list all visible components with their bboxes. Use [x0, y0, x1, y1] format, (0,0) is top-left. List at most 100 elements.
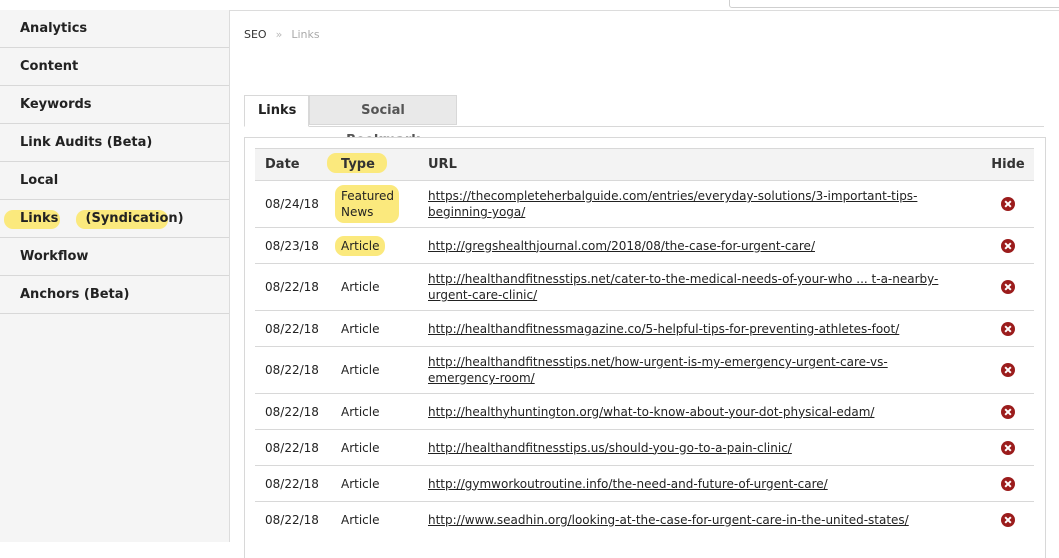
close-circle-icon[interactable]	[1001, 363, 1015, 378]
type-label: Article	[341, 512, 380, 527]
table-row: 08/24/18 Featured News https://thecompleteh…	[255, 180, 1034, 228]
sidebar-item-label: Anchors (Beta)	[20, 287, 130, 302]
tab-social-bookmark[interactable]: Social Bookmark	[309, 95, 457, 148]
sidebar-item-label: Link Audits (Beta)	[20, 135, 153, 150]
cell-url: https://thecompleteherbalguide.com/entri…	[428, 180, 982, 228]
table-row: 08/22/18 Article http://healthandfitnessti…	[255, 429, 1034, 466]
cell-type: Article	[341, 465, 428, 502]
column-header-type[interactable]: Type	[327, 148, 428, 181]
cell-date: 08/23/18	[255, 227, 341, 264]
cell-type: Article	[341, 429, 428, 466]
sidebar: Analytics Content Keywords Link Audits (…	[0, 10, 230, 542]
close-circle-icon[interactable]	[1001, 197, 1015, 212]
breadcrumb-separator-icon: »	[275, 28, 283, 41]
sidebar-item-analytics[interactable]: Analytics	[0, 10, 229, 48]
cell-type: Featured News	[335, 180, 428, 228]
close-circle-icon[interactable]	[1001, 280, 1015, 295]
sidebar-item-workflow[interactable]: Workflow	[0, 238, 229, 276]
url-link[interactable]: http://healthyhuntington.org/what-to-kno…	[428, 404, 874, 420]
url-text: http://gregshealthjournal.com/2018/08/th…	[428, 238, 815, 253]
url-text: urgent-care-clinic/	[428, 288, 538, 302]
type-label: Article	[341, 321, 380, 336]
url-link[interactable]: http://healthandfitnesstips.us/should-yo…	[428, 440, 792, 456]
url-text: emergency-room/	[428, 371, 535, 385]
type-label: Featured	[341, 189, 394, 203]
breadcrumb-current: Links	[291, 28, 320, 41]
url-link[interactable]: https://thecompleteherbalguide.com/entri…	[428, 188, 917, 220]
cell-hide	[982, 346, 1034, 394]
column-header-url[interactable]: URL	[428, 148, 982, 181]
type-label: Article	[341, 404, 380, 419]
cell-type: Article	[341, 501, 428, 538]
top-search-input[interactable]	[729, 0, 1059, 8]
sidebar-item-anchors[interactable]: Anchors (Beta)	[0, 276, 229, 314]
cell-hide	[982, 180, 1034, 228]
url-text: http://healthandfitnesstips.us/should-yo…	[428, 440, 792, 455]
sidebar-item-links[interactable]: Links (Syndication)	[0, 200, 229, 238]
sidebar-item-label: Local	[20, 173, 59, 188]
close-circle-icon[interactable]	[1001, 404, 1015, 419]
type-label: Article	[341, 476, 380, 491]
links-panel: Date Type URL Hide 08/24/18 Featured News h…	[244, 137, 1046, 558]
sidebar-item-link-audits[interactable]: Link Audits (Beta)	[0, 124, 229, 162]
cell-hide	[982, 393, 1034, 430]
close-circle-icon[interactable]	[1001, 238, 1015, 253]
sidebar-item-label: Keywords	[20, 97, 92, 112]
tab-links[interactable]: Links	[244, 95, 309, 127]
url-link[interactable]: http://gregshealthjournal.com/2018/08/th…	[428, 238, 815, 254]
cell-hide	[982, 429, 1034, 466]
cell-url: http://healthyhuntington.org/what-to-kno…	[428, 393, 982, 430]
sidebar-item-label: Links (Syndication)	[20, 211, 184, 226]
breadcrumb-root[interactable]: SEO	[244, 28, 267, 41]
cell-date: 08/22/18	[255, 346, 341, 394]
breadcrumb: SEO » Links	[244, 28, 320, 41]
table-header-row: Date Type URL Hide	[255, 148, 1034, 181]
table-row: 08/23/18 Article http://gregshealthjournal…	[255, 227, 1034, 264]
close-circle-icon[interactable]	[1001, 440, 1015, 455]
sidebar-item-label: Analytics	[20, 21, 88, 36]
url-text: http://healthandfitnesstips.net/cater-to…	[428, 272, 939, 286]
type-label: Article	[341, 280, 380, 294]
url-link[interactable]: http://healthandfitnessmagazine.co/5-hel…	[428, 321, 899, 337]
url-link[interactable]: http://gymworkoutroutine.info/the-need-a…	[428, 476, 828, 492]
cell-date: 08/22/18	[255, 393, 341, 430]
url-text: http://gymworkoutroutine.info/the-need-a…	[428, 476, 828, 491]
url-text: beginning-yoga/	[428, 205, 526, 219]
cell-type: Article	[335, 227, 428, 264]
cell-date: 08/22/18	[255, 501, 341, 538]
cell-url: http://www.seadhin.org/looking-at-the-ca…	[428, 501, 982, 538]
sidebar-item-label: Workflow	[20, 249, 89, 264]
type-label: Article	[341, 440, 380, 455]
cell-url: http://healthandfitnesstips.net/how-urge…	[428, 346, 982, 394]
sidebar-item-content[interactable]: Content	[0, 48, 229, 86]
cell-hide	[982, 310, 1034, 347]
url-text: http://healthyhuntington.org/what-to-kno…	[428, 404, 875, 419]
url-link[interactable]: http://www.seadhin.org/looking-at-the-ca…	[428, 512, 909, 528]
cell-hide	[982, 465, 1034, 502]
close-circle-icon[interactable]	[1001, 513, 1015, 527]
table-row: 08/22/18 Article http://healthyhuntington.…	[255, 393, 1034, 430]
cell-type: Article	[341, 346, 428, 394]
sidebar-item-label: Content	[20, 59, 79, 74]
type-label: Article	[341, 363, 380, 377]
sidebar-item-local[interactable]: Local	[0, 162, 229, 200]
cell-url: http://healthandfitnesstips.us/should-yo…	[428, 429, 982, 466]
close-circle-icon[interactable]	[1001, 476, 1015, 491]
cell-url: http://healthandfitnessmagazine.co/5-hel…	[428, 310, 982, 347]
table-row: 08/22/18 Article http://healthandfitnessma…	[255, 310, 1034, 347]
close-circle-icon[interactable]	[1001, 321, 1015, 336]
cell-hide	[982, 227, 1034, 264]
url-link[interactable]: http://healthandfitnesstips.net/how-urge…	[428, 354, 888, 386]
cell-type: Article	[341, 263, 428, 311]
url-link[interactable]: http://healthandfitnesstips.net/cater-to…	[428, 271, 938, 303]
column-header-hide: Hide	[982, 148, 1034, 181]
cell-hide	[982, 501, 1034, 538]
links-table: Date Type URL Hide 08/24/18 Featured News h…	[255, 148, 1034, 538]
sidebar-item-keywords[interactable]: Keywords	[0, 86, 229, 124]
cell-hide	[982, 263, 1034, 311]
cell-date: 08/22/18	[255, 465, 341, 502]
type-label: Article	[341, 238, 380, 253]
cell-url: http://gymworkoutroutine.info/the-need-a…	[428, 465, 982, 502]
cell-date: 08/22/18	[255, 429, 341, 466]
url-text: http://healthandfitnessmagazine.co/5-hel…	[428, 321, 900, 336]
